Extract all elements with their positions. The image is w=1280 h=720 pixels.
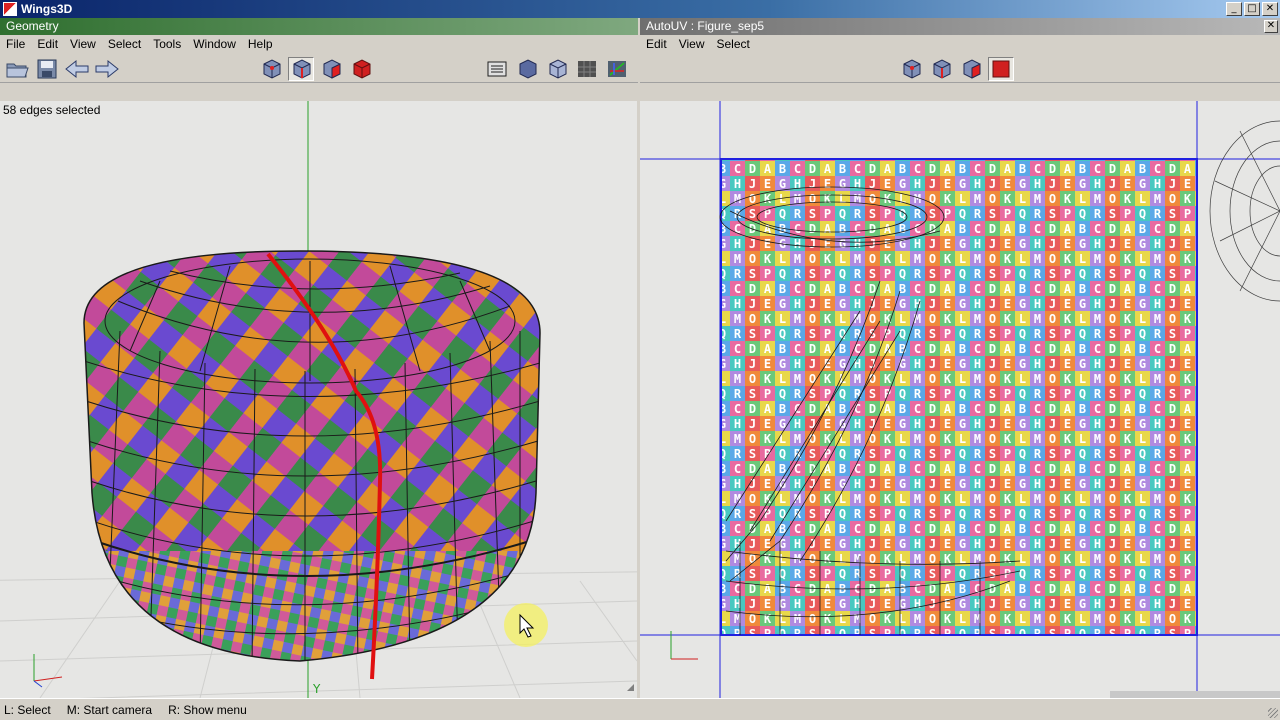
undo-arrow-icon[interactable] bbox=[64, 57, 90, 81]
uv-menu-edit[interactable]: Edit bbox=[644, 37, 677, 51]
y-axis-label: Y bbox=[312, 682, 321, 696]
autouv-title-bar: AutoUV : Figure_sep5 ✕ bbox=[640, 18, 1280, 35]
hint-right-menu: R: Show menu bbox=[168, 702, 247, 717]
uv-vertex-select-icon[interactable] bbox=[898, 57, 924, 81]
uv-menu-select[interactable]: Select bbox=[714, 37, 759, 51]
status-bar: L: Select M: Start camera R: Show menu bbox=[0, 698, 1280, 720]
uv-body-select-icon[interactable] bbox=[988, 57, 1014, 81]
uv-canvas[interactable]: A B C D E G H J K L M O P Q R bbox=[640, 101, 1280, 698]
autouv-close-button[interactable]: ✕ bbox=[1264, 20, 1278, 33]
geometry-viewport[interactable]: 58 edges selected Y bbox=[0, 101, 637, 698]
autouv-window: AutoUV : Figure_sep5 ✕ Edit View Select … bbox=[640, 18, 1280, 698]
face-select-icon[interactable] bbox=[318, 57, 344, 81]
uv-offscreen-island bbox=[1209, 120, 1280, 302]
uv-edge-select-icon[interactable] bbox=[928, 57, 954, 81]
menu-edit[interactable]: Edit bbox=[35, 37, 68, 51]
mesh-body bbox=[84, 251, 540, 661]
close-button[interactable]: ✕ bbox=[1262, 2, 1278, 16]
menu-select[interactable]: Select bbox=[106, 37, 151, 51]
autouv-menubar: Edit View Select bbox=[640, 35, 1280, 53]
app-title: Wings3D bbox=[21, 2, 73, 16]
hint-left-select: L: Select bbox=[4, 702, 51, 717]
hint-middle-camera: M: Start camera bbox=[66, 702, 153, 717]
wings-app-icon bbox=[3, 2, 17, 16]
geometry-menubar: File Edit View Select Tools Window Help bbox=[0, 35, 638, 53]
geometry-title: Geometry bbox=[0, 18, 638, 35]
autouv-toolbar bbox=[640, 53, 1280, 83]
show-grid-icon[interactable] bbox=[484, 57, 510, 81]
uv-scroll-area[interactable] bbox=[1110, 691, 1280, 698]
axes-toggle-icon[interactable] bbox=[604, 57, 630, 81]
maximize-button[interactable]: □ bbox=[1244, 2, 1260, 16]
redo-arrow-icon[interactable] bbox=[94, 57, 120, 81]
uv-face-select-icon[interactable] bbox=[958, 57, 984, 81]
menu-file[interactable]: File bbox=[4, 37, 35, 51]
uv-viewport[interactable]: A B C D E G H J K L M O P Q R bbox=[640, 101, 1280, 698]
selection-status: 58 edges selected bbox=[3, 103, 101, 117]
wireframe-icon[interactable] bbox=[544, 57, 570, 81]
scene-canvas[interactable]: Y bbox=[0, 101, 637, 698]
minimize-button[interactable]: _ bbox=[1226, 2, 1242, 16]
app-titlebar: Wings3D _ □ ✕ bbox=[0, 0, 1280, 18]
menu-help[interactable]: Help bbox=[246, 37, 283, 51]
autouv-title: AutoUV : Figure_sep5 bbox=[646, 19, 765, 33]
open-folder-icon[interactable] bbox=[4, 57, 30, 81]
ground-plane-icon[interactable] bbox=[574, 57, 600, 81]
body-select-icon[interactable] bbox=[348, 57, 374, 81]
menu-window[interactable]: Window bbox=[191, 37, 246, 51]
window-controls: _ □ ✕ bbox=[1226, 2, 1278, 16]
geometry-window: Geometry File Edit View Select Tools Win… bbox=[0, 18, 638, 698]
smooth-shading-icon[interactable] bbox=[514, 57, 540, 81]
menu-view[interactable]: View bbox=[68, 37, 106, 51]
geometry-toolbar bbox=[0, 53, 638, 83]
edge-select-icon[interactable] bbox=[288, 57, 314, 81]
window-resize-grip[interactable] bbox=[1268, 708, 1278, 718]
save-icon[interactable] bbox=[34, 57, 60, 81]
uv-menu-view[interactable]: View bbox=[677, 37, 715, 51]
vertex-select-icon[interactable] bbox=[258, 57, 284, 81]
resize-grip-icon[interactable] bbox=[627, 684, 634, 691]
menu-tools[interactable]: Tools bbox=[151, 37, 191, 51]
